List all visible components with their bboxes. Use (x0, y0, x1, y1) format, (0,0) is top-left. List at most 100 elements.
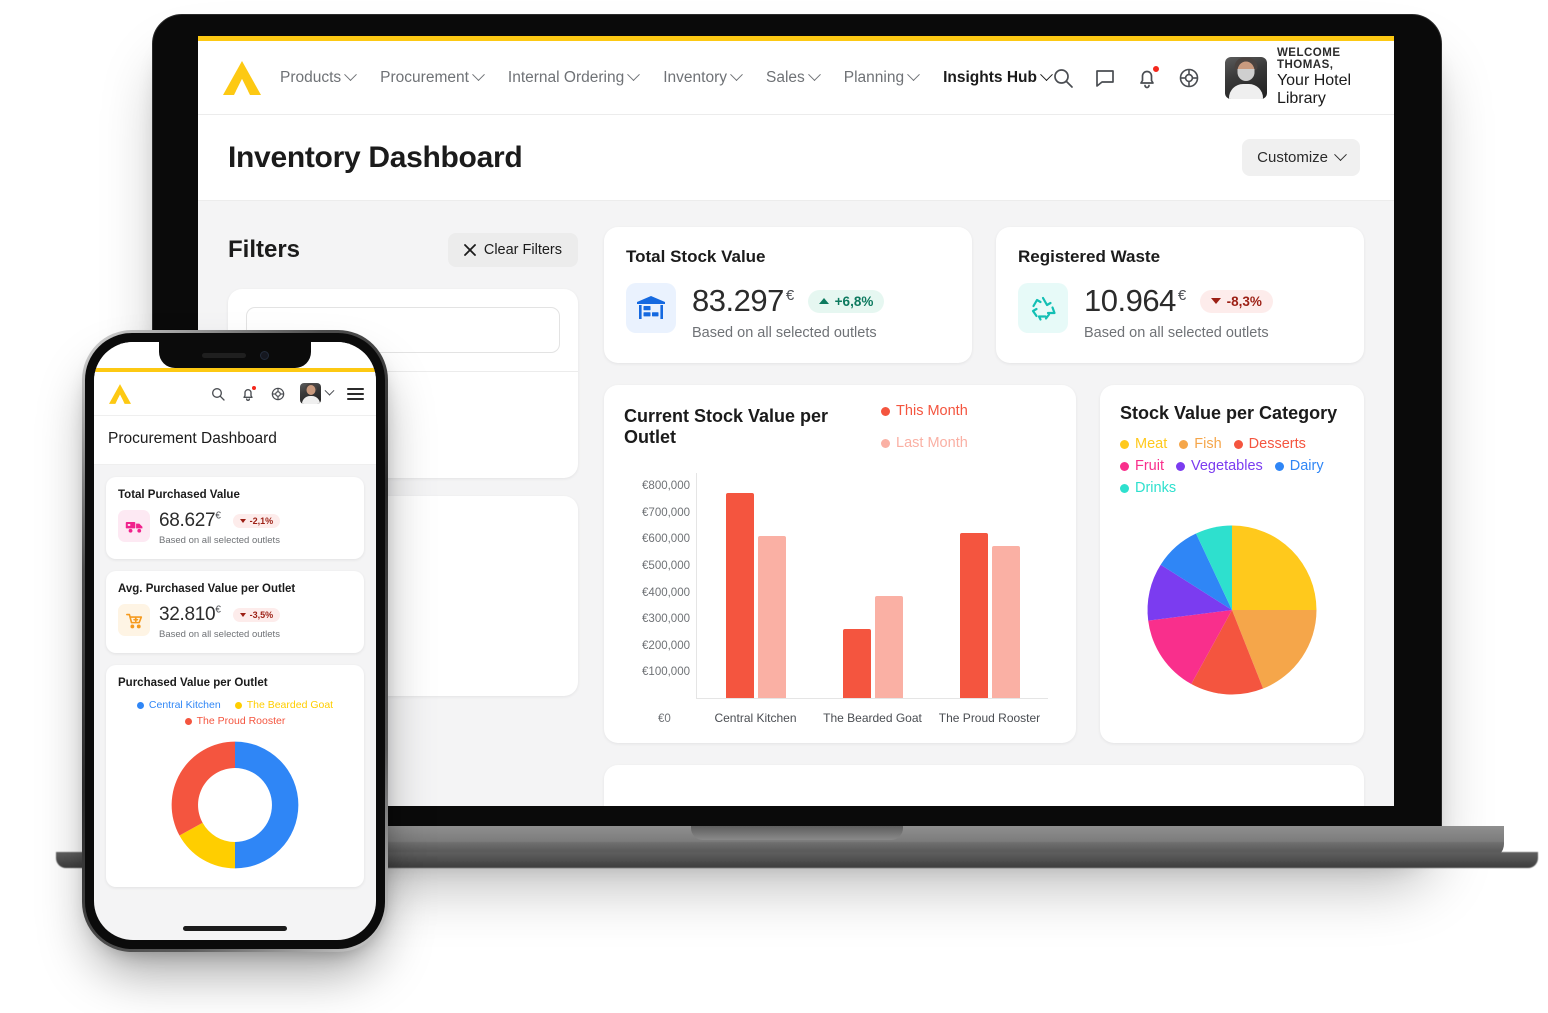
hamburger-menu-icon[interactable] (347, 385, 364, 403)
earpiece-speaker-icon (201, 352, 246, 358)
nav-item-internal-ordering[interactable]: Internal Ordering (508, 68, 641, 87)
legend-item[interactable]: The Bearded Goat (234, 699, 334, 711)
legend-bullet-icon (1120, 483, 1129, 493)
kpi-number: 83.297 (692, 283, 784, 318)
kpi-delta-badge: +6,8% (807, 289, 885, 313)
chart-title: Stock Value per Category (1120, 403, 1338, 423)
legend-bullet-icon (1179, 439, 1189, 449)
bar[interactable] (874, 595, 903, 698)
y-axis: €100,000 €200,000 €300,000 €400,000 €500,000… (624, 463, 696, 699)
kpi-values: 83.297 € +6,8% Based on all selected outl… (692, 283, 885, 341)
notifications-bell-icon[interactable] (1135, 64, 1160, 90)
legend-bullet-icon (881, 438, 891, 448)
nav-item-inventory[interactable]: Inventory (663, 68, 743, 87)
legend-item[interactable]: Meat (1120, 436, 1167, 452)
chevron-down-icon (730, 68, 743, 82)
x-tick-label: The Proud Rooster (938, 711, 1041, 725)
customize-button[interactable]: Customize (1242, 139, 1360, 176)
notification-badge (251, 384, 257, 391)
donut-svg (171, 741, 299, 869)
kpi-delta-badge: -8,3% (1199, 289, 1273, 313)
chevron-down-icon (472, 68, 485, 82)
y-tick-label: €200,000 (642, 639, 690, 652)
chevron-down-icon (324, 385, 335, 396)
kpi-title: Registered Waste (1018, 247, 1161, 266)
kpi-values: 32.810€ -3,5% Based on all selected outl… (159, 604, 281, 640)
legend-item[interactable]: Dairy (1274, 458, 1324, 474)
nav-item-products[interactable]: Products (280, 68, 358, 87)
chart-card-current-stock-value-per-outlet: Current Stock Value per Outlet This Mont… (604, 385, 1076, 743)
user-menu[interactable]: WELCOME THOMAS, Your Hotel Library (1224, 47, 1370, 108)
y-tick-label: €800,000 (642, 480, 690, 493)
legend-item[interactable]: Central Kitchen (136, 699, 221, 711)
nav-label: Products (280, 68, 342, 86)
nav-item-insights-hub[interactable]: Insights Hub (943, 68, 1053, 87)
bar[interactable] (725, 493, 754, 698)
help-lifebuoy-icon[interactable] (270, 386, 286, 402)
nav-item-procurement[interactable]: Procurement (380, 68, 485, 87)
apicbase-logo-icon[interactable] (216, 56, 268, 100)
kpi-number: 10.964 (1084, 283, 1176, 318)
x-tick-label: Central Kitchen (714, 711, 797, 725)
kpi-title: Avg. Purchased Value per Outlet (118, 583, 296, 595)
phone-home-indicator[interactable] (183, 926, 287, 931)
apicbase-logo-icon[interactable] (106, 382, 134, 406)
bar-group (814, 473, 931, 698)
legend-label: Fish (1194, 436, 1222, 452)
pie-slice[interactable] (235, 741, 299, 869)
clear-filters-button[interactable]: Clear Filters (447, 233, 578, 267)
arrow-down-icon (239, 613, 246, 617)
phone-kpi-card-avg-purchased-value-per-outlet: Avg. Purchased Value per Outlet 32.810€ … (106, 571, 364, 653)
bar[interactable] (842, 628, 871, 698)
primary-nav: Products Procurement Internal Ordering I… (280, 68, 1053, 87)
phone-screen: Procurement Dashboard Total Purchased Va… (94, 342, 376, 940)
phone-content: Total Purchased Value 68.627€ -2,1% Base… (94, 465, 376, 887)
nav-item-planning[interactable]: Planning (844, 68, 920, 87)
legend-item[interactable]: Desserts (1233, 436, 1306, 452)
help-lifebuoy-icon[interactable] (1177, 66, 1201, 90)
nav-label: Procurement (380, 68, 469, 86)
phone-page-title: Procurement Dashboard (94, 416, 376, 465)
search-icon[interactable] (1051, 66, 1075, 90)
phone-user-menu[interactable] (300, 383, 335, 404)
bar-group (697, 473, 814, 698)
pie-svg (1147, 525, 1317, 695)
y-tick-label: €700,000 (642, 506, 690, 519)
legend-item[interactable]: Drinks (1120, 480, 1176, 496)
pie-slice[interactable] (171, 741, 235, 836)
warehouse-icon (626, 283, 676, 333)
legend-item-last-month[interactable]: Last Month (881, 435, 968, 451)
phone-device: Procurement Dashboard Total Purchased Va… (82, 330, 390, 955)
chat-icon[interactable] (1093, 66, 1117, 90)
chart-legend: This Month Last Month (881, 403, 1056, 451)
bar[interactable] (757, 535, 786, 698)
legend-item[interactable]: Fruit (1120, 458, 1164, 474)
x-tick-label: The Bearded Goat (823, 711, 922, 725)
phone-kpi-card-total-purchased-value: Total Purchased Value 68.627€ -2,1% Base… (106, 477, 364, 559)
legend-item[interactable]: Vegetables (1176, 458, 1263, 474)
page-header: Inventory Dashboard Customize (198, 115, 1394, 201)
nav-item-sales[interactable]: Sales (766, 68, 821, 87)
bar[interactable] (991, 546, 1020, 698)
avatar (300, 383, 321, 404)
legend-item[interactable]: Fish (1179, 436, 1222, 452)
bar-group (931, 473, 1048, 698)
pie-chart (1120, 522, 1344, 698)
clear-filters-label: Clear Filters (483, 242, 562, 258)
front-camera-icon (259, 350, 269, 360)
legend-label: Fruit (1135, 458, 1164, 474)
avatar (1224, 56, 1267, 99)
x-axis-line (696, 698, 1048, 699)
search-icon[interactable] (210, 386, 226, 402)
legend-label: The Bearded Goat (246, 699, 334, 711)
legend-item[interactable]: The Proud Rooster (184, 715, 285, 727)
page-title: Inventory Dashboard (228, 140, 523, 174)
legend-item-this-month[interactable]: This Month (881, 403, 968, 419)
legend-label: Drinks (1135, 480, 1177, 496)
kpi-title: Total Purchased Value (118, 489, 240, 501)
kpi-number: 32.810 (159, 604, 216, 625)
pie-slice[interactable] (1232, 525, 1317, 610)
bar[interactable] (959, 533, 988, 698)
kpi-delta-value: -3,5% (249, 610, 274, 620)
notifications-bell-icon[interactable] (240, 384, 257, 402)
